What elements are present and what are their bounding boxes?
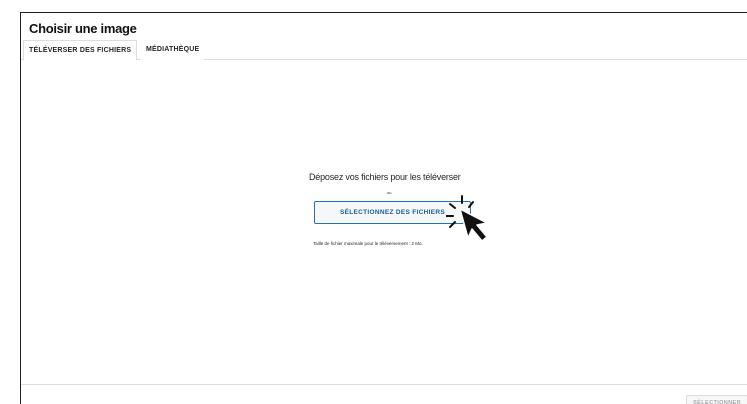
click-pointer-icon — [445, 194, 496, 244]
tab-bar: TÉLÉVERSER DES FICHIERS MÉDIATHÈQUE — [21, 40, 747, 61]
drop-instructions: Déposez vos fichiers pour les téléverser — [309, 172, 461, 182]
tab-media-library[interactable]: MÉDIATHÈQUE — [141, 40, 205, 60]
or-separator: ou — [387, 190, 392, 195]
select-image-button[interactable]: SÉLECTIONNER — [686, 395, 747, 404]
tab-upload-files[interactable]: TÉLÉVERSER DES FICHIERS — [23, 40, 138, 61]
media-modal: Choisir une image TÉLÉVERSER DES FICHIER… — [20, 12, 747, 404]
upload-drop-zone[interactable]: Déposez vos fichiers pour les téléverser… — [21, 60, 747, 384]
modal-title: Choisir une image — [29, 21, 137, 36]
max-upload-size-note: Taille de fichier maximale pour le télév… — [313, 241, 423, 246]
modal-footer: SÉLECTIONNER — [21, 384, 747, 404]
